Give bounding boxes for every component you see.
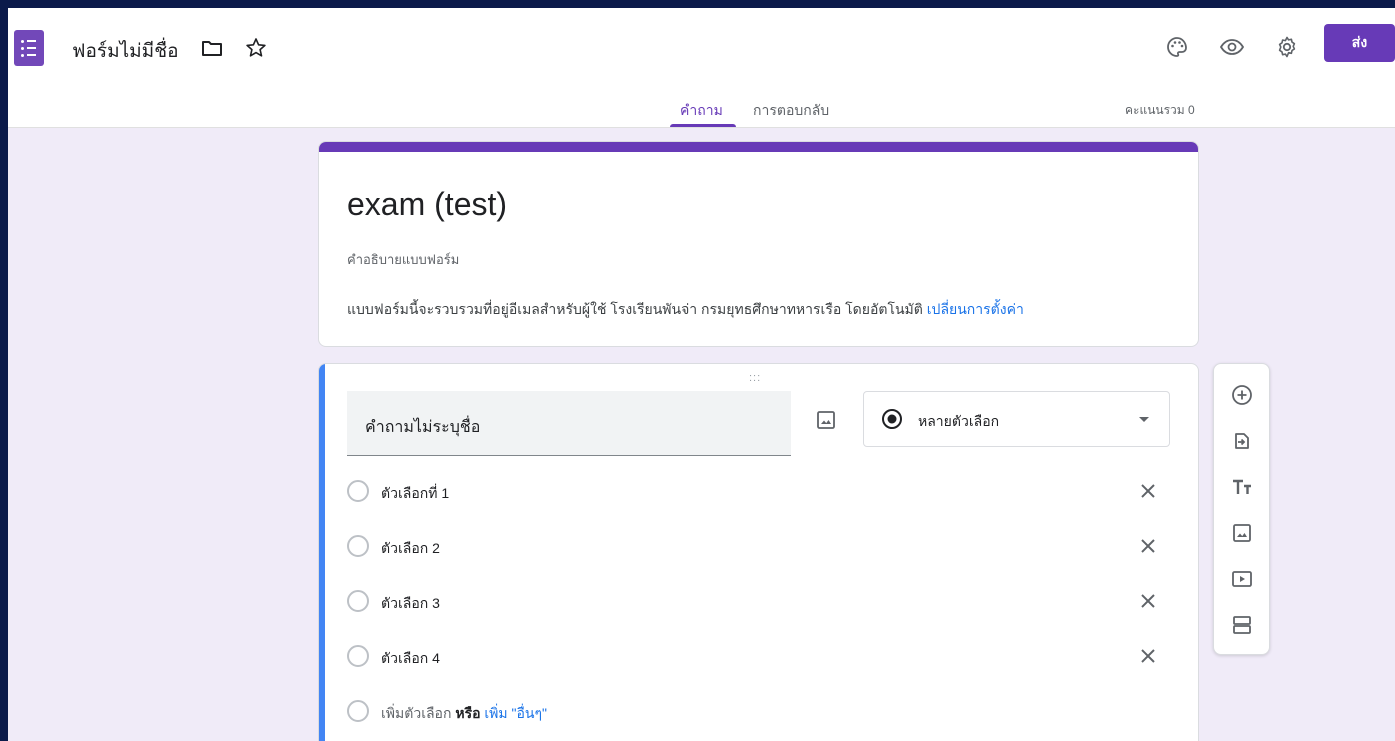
question-title[interactable]: คำถามไม่ระบุชื่อ (365, 415, 480, 440)
form-title-card: exam (test) คำอธิบายแบบฟอร์ม แบบฟอร์มนี้… (318, 141, 1199, 347)
chevron-down-icon (1139, 417, 1149, 422)
option-row: ตัวเลือก 3 (347, 586, 1177, 616)
total-points-label: คะแนนรวม 0 (1125, 103, 1195, 117)
question-type-label: หลายตัวเลือก (918, 413, 1000, 429)
option-row: ตัวเลือก 4 (347, 641, 1177, 671)
send-button[interactable]: ส่ง (1324, 24, 1395, 62)
radio-icon (347, 480, 369, 502)
email-collection-note: แบบฟอร์มนี้จะรวบรวมที่อยู่อีเมลสำหรับผู้… (347, 299, 1024, 321)
question-card[interactable]: ::: คำถามไม่ระบุชื่อ หลายตัวเลือก ตัวเลื… (318, 363, 1199, 741)
title-card-accent (319, 142, 1198, 152)
document-title[interactable]: ฟอร์มไม่มีชื่อ (72, 36, 179, 66)
preview-eye-icon[interactable] (1215, 30, 1249, 64)
add-image-icon[interactable] (1228, 519, 1256, 547)
add-other-button[interactable]: เพิ่ม "อื่นๆ" (484, 705, 547, 721)
palette-icon[interactable] (1160, 30, 1194, 64)
question-title-field[interactable]: คำถามไม่ระบุชื่อ (347, 391, 791, 456)
option-label[interactable]: ตัวเลือกที่ 1 (381, 483, 449, 505)
form-description[interactable]: คำอธิบายแบบฟอร์ม (347, 249, 459, 270)
form-title[interactable]: exam (test) (347, 186, 507, 223)
remove-option-icon[interactable] (1135, 533, 1161, 559)
add-title-text-icon[interactable] (1228, 473, 1256, 501)
option-row: ตัวเลือกที่ 1 (347, 476, 1177, 506)
or-text: หรือ (455, 705, 481, 721)
option-label[interactable]: ตัวเลือก 3 (381, 593, 440, 615)
question-toolbar (1213, 363, 1270, 655)
add-option-row: เพิ่มตัวเลือก หรือ เพิ่ม "อื่นๆ" (347, 696, 1177, 726)
question-focus-accent (319, 364, 325, 741)
change-settings-link[interactable]: เปลี่ยนการตั้งค่า (927, 301, 1024, 317)
add-option-button[interactable]: เพิ่มตัวเลือก (381, 705, 451, 721)
radio-icon (347, 645, 369, 667)
tab-questions[interactable]: คำถาม (680, 100, 723, 122)
remove-option-icon[interactable] (1135, 643, 1161, 669)
import-questions-icon[interactable] (1228, 427, 1256, 455)
drag-handle-icon[interactable]: ::: (749, 372, 761, 384)
forms-logo-icon[interactable] (14, 30, 44, 66)
add-option-line: เพิ่มตัวเลือก หรือ เพิ่ม "อื่นๆ" (381, 703, 547, 725)
radio-icon (347, 590, 369, 612)
active-tab-indicator (670, 124, 736, 127)
add-video-icon[interactable] (1228, 565, 1256, 593)
add-image-to-question-icon[interactable] (814, 408, 838, 432)
option-label[interactable]: ตัวเลือก 2 (381, 538, 440, 560)
top-header: ฟอร์มไม่มีชื่อ ส่ง คำถาม การตอบกลับ คะแน… (8, 8, 1395, 128)
remove-option-icon[interactable] (1135, 588, 1161, 614)
question-type-dropdown[interactable]: หลายตัวเลือก (863, 391, 1170, 447)
add-question-icon[interactable] (1228, 381, 1256, 409)
remove-option-icon[interactable] (1135, 478, 1161, 504)
add-section-icon[interactable] (1228, 611, 1256, 639)
settings-gear-icon[interactable] (1270, 30, 1304, 64)
forms-editor: ฟอร์มไม่มีชื่อ ส่ง คำถาม การตอบกลับ คะแน… (8, 8, 1395, 741)
email-note-text: แบบฟอร์มนี้จะรวบรวมที่อยู่อีเมลสำหรับผู้… (347, 301, 923, 317)
tab-responses[interactable]: การตอบกลับ (753, 100, 829, 122)
radio-icon (347, 535, 369, 557)
option-row: ตัวเลือก 2 (347, 531, 1177, 561)
radio-icon (347, 700, 369, 722)
folder-icon[interactable] (200, 36, 224, 60)
option-label[interactable]: ตัวเลือก 4 (381, 648, 440, 670)
star-icon[interactable] (244, 36, 268, 60)
radio-selected-icon (880, 407, 904, 436)
